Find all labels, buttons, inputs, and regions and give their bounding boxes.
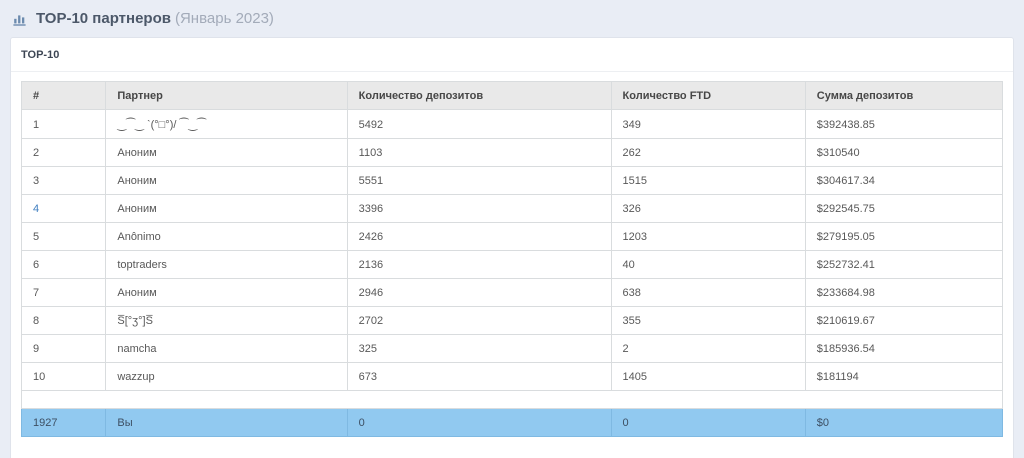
cell-rank: 3 bbox=[22, 167, 106, 195]
table-row: 9namcha3252$185936.54 bbox=[22, 335, 1003, 363]
cell-partner: Аноним bbox=[106, 167, 347, 195]
cell-ftd: 638 bbox=[611, 279, 805, 307]
cell-rank: 9 bbox=[22, 335, 106, 363]
cell-sum: $185936.54 bbox=[805, 335, 1002, 363]
cell-partner: Аноним bbox=[106, 279, 347, 307]
cell-sum: $279195.05 bbox=[805, 223, 1002, 251]
page: ТОР-10 партнеров(Январь 2023) TOP-10 #Па… bbox=[0, 0, 1024, 458]
cell-partner: ‿⁀‿ ˋ(°□°)/ ⁀‿⁀ bbox=[106, 110, 347, 139]
table-row: 6toptraders213640$252732.41 bbox=[22, 251, 1003, 279]
cell-partner: Аноним bbox=[106, 139, 347, 167]
cell-deposits: 2702 bbox=[347, 307, 611, 335]
cell-partner: Anônimo bbox=[106, 223, 347, 251]
table-row: 4Аноним3396326$292545.75 bbox=[22, 195, 1003, 223]
cell-ftd: 40 bbox=[611, 251, 805, 279]
cell-deposits: 1103 bbox=[347, 139, 611, 167]
cell-partner: Аноним bbox=[106, 195, 347, 223]
table-row: 2Аноним1103262$310540 bbox=[22, 139, 1003, 167]
cell-sum: $210619.67 bbox=[805, 307, 1002, 335]
cell-partner: Вы bbox=[106, 409, 347, 437]
cell-partner: S̅[°ʒ°]S̅ bbox=[106, 307, 347, 335]
cell-sum: $292545.75 bbox=[805, 195, 1002, 223]
cell-ftd: 0 bbox=[611, 409, 805, 437]
cell-sum: $252732.41 bbox=[805, 251, 1002, 279]
cell-rank: 1 bbox=[22, 110, 106, 139]
cell-deposits: 5492 bbox=[347, 110, 611, 139]
cell-deposits: 2426 bbox=[347, 223, 611, 251]
cell-rank: 8 bbox=[22, 307, 106, 335]
cell-partner: namcha bbox=[106, 335, 347, 363]
cell-sum: $392438.85 bbox=[805, 110, 1002, 139]
column-header-deposits: Количество депозитов bbox=[347, 82, 611, 110]
cell-ftd: 1515 bbox=[611, 167, 805, 195]
table-row: 7Аноним2946638$233684.98 bbox=[22, 279, 1003, 307]
cell-sum: $304617.34 bbox=[805, 167, 1002, 195]
cell-deposits: 3396 bbox=[347, 195, 611, 223]
page-title-main: ТОР-10 партнеров bbox=[36, 10, 171, 27]
cell-deposits: 2946 bbox=[347, 279, 611, 307]
top10-table: #ПартнерКоличество депозитовКоличество F… bbox=[21, 81, 1003, 437]
column-header-rank: # bbox=[22, 82, 106, 110]
spacer-cell bbox=[22, 391, 1003, 409]
cell-deposits: 325 bbox=[347, 335, 611, 363]
table-row: 10wazzup6731405$181194 bbox=[22, 363, 1003, 391]
cell-rank: 7 bbox=[22, 279, 106, 307]
cell-deposits: 2136 bbox=[347, 251, 611, 279]
spacer-row bbox=[22, 391, 1003, 409]
column-header-sum: Сумма депозитов bbox=[805, 82, 1002, 110]
cell-rank: 2 bbox=[22, 139, 106, 167]
cell-ftd: 1203 bbox=[611, 223, 805, 251]
card-title: TOP-10 bbox=[11, 38, 1013, 72]
bar-chart-icon bbox=[12, 11, 28, 27]
cell-rank: 10 bbox=[22, 363, 106, 391]
cell-sum: $310540 bbox=[805, 139, 1002, 167]
cell-deposits: 5551 bbox=[347, 167, 611, 195]
page-title-period: (Январь 2023) bbox=[175, 10, 274, 27]
cell-deposits: 673 bbox=[347, 363, 611, 391]
cell-ftd: 262 bbox=[611, 139, 805, 167]
table-row: 8S̅[°ʒ°]S̅2702355$210619.67 bbox=[22, 307, 1003, 335]
rank-link[interactable]: 4 bbox=[22, 195, 106, 223]
table-row: 5Anônimo24261203$279195.05 bbox=[22, 223, 1003, 251]
cell-sum: $233684.98 bbox=[805, 279, 1002, 307]
cell-ftd: 1405 bbox=[611, 363, 805, 391]
page-header: ТОР-10 партнеров(Январь 2023) bbox=[0, 0, 1024, 37]
cell-rank: 6 bbox=[22, 251, 106, 279]
table-row: 1‿⁀‿ ˋ(°□°)/ ⁀‿⁀5492349$392438.85 bbox=[22, 110, 1003, 139]
cell-sum: $181194 bbox=[805, 363, 1002, 391]
column-header-ftd: Количество FTD bbox=[611, 82, 805, 110]
you-row: 1927Вы00$0 bbox=[22, 409, 1003, 437]
card-body: #ПартнерКоличество депозитовКоличество F… bbox=[11, 72, 1013, 446]
cell-ftd: 2 bbox=[611, 335, 805, 363]
top10-card: TOP-10 #ПартнерКоличество депозитовКолич… bbox=[10, 37, 1014, 458]
cell-ftd: 349 bbox=[611, 110, 805, 139]
cell-sum: $0 bbox=[805, 409, 1002, 437]
table-row: 3Аноним55511515$304617.34 bbox=[22, 167, 1003, 195]
table-body: 1‿⁀‿ ˋ(°□°)/ ⁀‿⁀5492349$392438.852Аноним… bbox=[22, 110, 1003, 437]
cell-ftd: 355 bbox=[611, 307, 805, 335]
cell-rank: 1927 bbox=[22, 409, 106, 437]
page-title: ТОР-10 партнеров(Январь 2023) bbox=[36, 10, 274, 28]
cell-rank: 5 bbox=[22, 223, 106, 251]
cell-partner: toptraders bbox=[106, 251, 347, 279]
table-head-row: #ПартнерКоличество депозитовКоличество F… bbox=[22, 82, 1003, 110]
cell-deposits: 0 bbox=[347, 409, 611, 437]
column-header-partner: Партнер bbox=[106, 82, 347, 110]
cell-ftd: 326 bbox=[611, 195, 805, 223]
cell-partner: wazzup bbox=[106, 363, 347, 391]
